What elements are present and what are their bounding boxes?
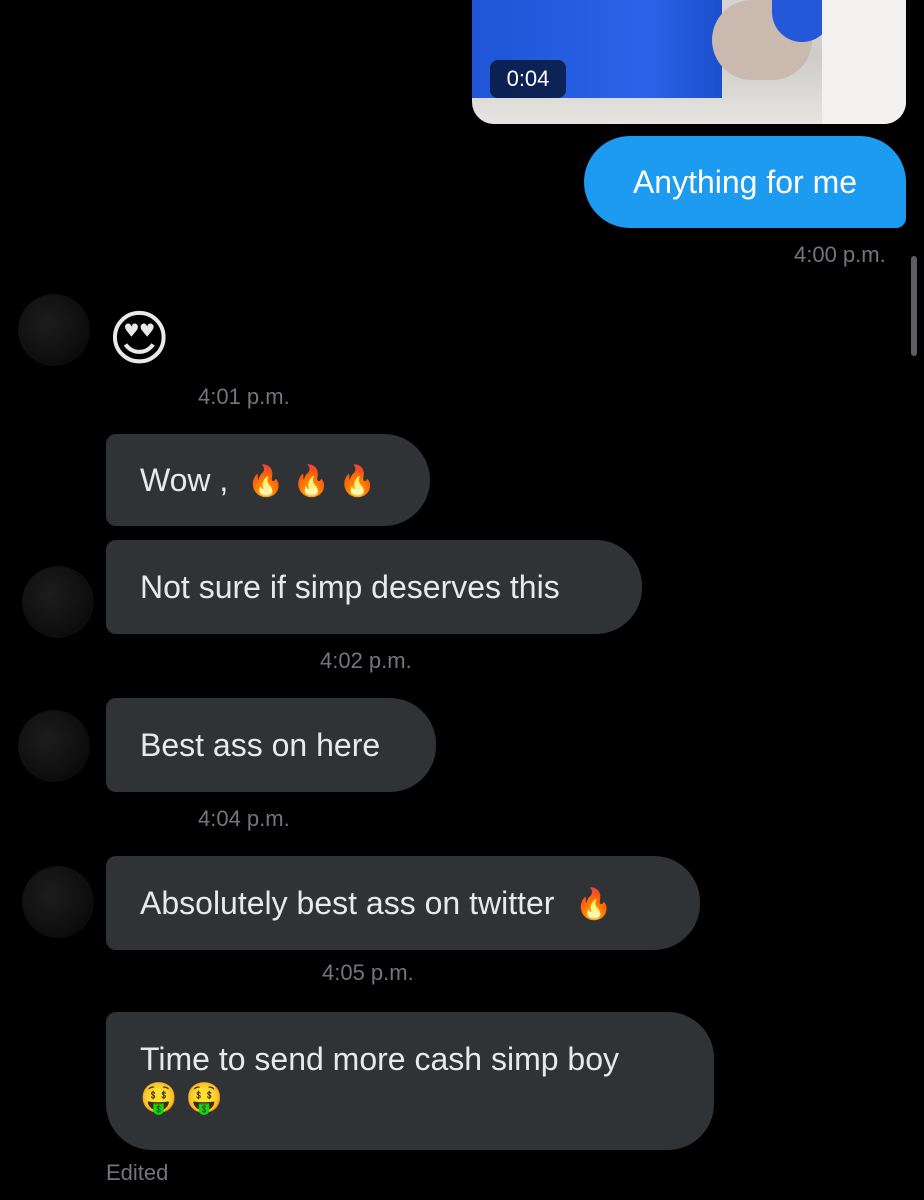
edited-label: Edited bbox=[106, 1160, 169, 1185]
message-time: 4:02 p.m. bbox=[320, 648, 412, 673]
outgoing-message-time: 4:00 p.m. bbox=[794, 242, 886, 267]
avatar[interactable] bbox=[22, 866, 94, 938]
video-duration-badge: 0:04 bbox=[490, 60, 566, 98]
avatar[interactable] bbox=[18, 294, 90, 366]
incoming-message-bubble[interactable]: Absolutely best ass on twitter 🔥 bbox=[106, 856, 700, 950]
incoming-message-bubble[interactable]: Wow , 🔥 🔥 🔥 bbox=[106, 434, 430, 526]
incoming-message-bubble[interactable]: Best ass on here bbox=[106, 698, 436, 792]
message-time: 4:05 p.m. bbox=[322, 960, 414, 985]
message-text: Absolutely best ass on twitter bbox=[140, 885, 555, 921]
message-time: 4:04 p.m. bbox=[198, 806, 290, 831]
message-text: Best ass on here bbox=[140, 727, 381, 763]
outgoing-message-bubble[interactable]: Anything for me bbox=[584, 136, 906, 228]
message-text: Time to send more cash simp boy bbox=[140, 1041, 619, 1077]
incoming-message-bubble[interactable]: Not sure if simp deserves this bbox=[106, 540, 642, 634]
message-text: Wow , bbox=[140, 462, 229, 498]
fire-emoji: 🔥 bbox=[575, 888, 613, 921]
scrollbar-thumb[interactable] bbox=[911, 256, 917, 356]
money-face-emoji-group: 🤑 🤑 bbox=[140, 1082, 224, 1115]
message-time: 4:01 p.m. bbox=[198, 384, 290, 409]
video-frame-detail bbox=[822, 0, 906, 124]
emoji-message[interactable]: 😍 bbox=[108, 304, 171, 374]
message-text: Not sure if simp deserves this bbox=[140, 569, 560, 605]
fire-emoji-group: 🔥 🔥 🔥 bbox=[247, 465, 376, 498]
avatar[interactable] bbox=[22, 566, 94, 638]
incoming-message-bubble[interactable]: Time to send more cash simp boy 🤑 🤑 bbox=[106, 1012, 714, 1150]
avatar[interactable] bbox=[18, 710, 90, 782]
